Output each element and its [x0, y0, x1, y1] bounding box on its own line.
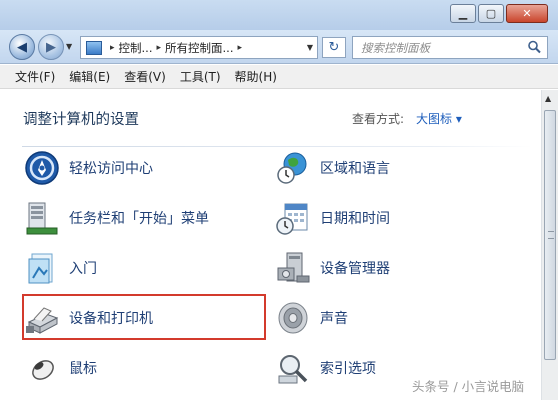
- recent-pages-dropdown[interactable]: ▼: [66, 42, 72, 51]
- breadcrumb-separator[interactable]: ▸: [110, 43, 115, 53]
- scroll-up-arrow[interactable]: ▲: [545, 94, 551, 103]
- view-by-dropdown[interactable]: 大图标 ▾: [416, 110, 462, 127]
- breadcrumb-separator[interactable]: ▸: [157, 43, 162, 53]
- close-button[interactable]: ✕: [506, 4, 548, 23]
- item-ease-of-access[interactable]: 轻松访问中心: [24, 148, 153, 188]
- item-indexing-options[interactable]: 索引选项: [275, 348, 376, 388]
- menu-file[interactable]: 文件(F): [12, 66, 58, 87]
- item-sound[interactable]: 声音: [275, 298, 348, 338]
- breadcrumb-all-items[interactable]: 所有控制面...: [165, 40, 233, 56]
- heading-divider: [22, 146, 532, 147]
- region-language-icon: [277, 152, 307, 184]
- item-label[interactable]: 任务栏和「开始」菜单: [69, 208, 209, 228]
- ease-of-access-icon: [25, 151, 59, 185]
- watermark: 头条号 / 小言说电脑: [412, 379, 525, 394]
- refresh-button[interactable]: ↻: [322, 37, 346, 58]
- item-label[interactable]: 鼠标: [69, 358, 97, 378]
- address-dropdown[interactable]: ▼: [307, 43, 313, 52]
- getting-started-icon: [28, 253, 53, 284]
- item-region-language[interactable]: 区域和语言: [275, 148, 390, 188]
- taskbar-icon: [26, 202, 58, 235]
- back-button[interactable]: ◀: [9, 34, 35, 60]
- item-label[interactable]: 声音: [320, 308, 348, 328]
- view-by-label: 查看方式:: [352, 112, 405, 126]
- menu-help[interactable]: 帮助(H): [232, 66, 280, 87]
- search-box[interactable]: [352, 36, 548, 59]
- date-time-icon: [276, 203, 308, 235]
- window-controls: ▁ ▢ ✕: [450, 4, 548, 23]
- scrollbar-thumb[interactable]: [544, 110, 556, 360]
- navigation-bar: ◀ ▶ ▼ ▸ 控制... ▸ 所有控制面... ▸ ▼ ↻: [0, 30, 558, 64]
- item-label[interactable]: 入门: [69, 258, 97, 278]
- menu-view[interactable]: 查看(V): [121, 66, 169, 87]
- forward-button[interactable]: ▶: [38, 34, 64, 60]
- item-device-manager[interactable]: 设备管理器: [275, 248, 390, 288]
- item-mouse[interactable]: 鼠标: [24, 348, 97, 388]
- menu-edit[interactable]: 编辑(E): [66, 66, 113, 87]
- address-bar[interactable]: ▸ 控制... ▸ 所有控制面... ▸ ▼: [80, 36, 318, 59]
- maximize-button[interactable]: ▢: [478, 4, 504, 23]
- vertical-scrollbar[interactable]: ▲: [541, 90, 558, 400]
- search-input[interactable]: [361, 40, 521, 55]
- control-panel-content: 调整计算机的设置 查看方式: 大图标 ▾ 轻松访问中心 任务栏和「开始」菜单 入…: [0, 90, 558, 400]
- item-label[interactable]: 区域和语言: [320, 158, 390, 178]
- control-panel-icon: [86, 40, 102, 55]
- minimize-button[interactable]: ▁: [450, 4, 476, 23]
- title-bar: ▁ ▢ ✕: [0, 0, 558, 30]
- scrollbar-grip: [548, 231, 554, 239]
- search-icon[interactable]: [527, 40, 541, 54]
- device-manager-icon: [277, 252, 310, 283]
- page-title: 调整计算机的设置: [23, 112, 139, 128]
- item-taskbar-start-menu[interactable]: 任务栏和「开始」菜单: [24, 198, 209, 238]
- item-label[interactable]: 设备管理器: [320, 258, 390, 278]
- menu-bar: 文件(F) 编辑(E) 查看(V) 工具(T) 帮助(H): [0, 65, 558, 89]
- breadcrumb-control-panel[interactable]: 控制...: [119, 40, 153, 56]
- menu-tools[interactable]: 工具(T): [177, 66, 224, 87]
- highlight-box-devices-printers: [22, 294, 266, 340]
- indexing-options-icon: [278, 355, 308, 384]
- item-getting-started[interactable]: 入门: [24, 248, 97, 288]
- sound-icon: [278, 302, 308, 334]
- item-date-time[interactable]: 日期和时间: [275, 198, 390, 238]
- item-label[interactable]: 日期和时间: [320, 208, 390, 228]
- item-label[interactable]: 轻松访问中心: [69, 158, 153, 178]
- mouse-icon: [32, 360, 54, 380]
- breadcrumb-separator[interactable]: ▸: [238, 43, 243, 53]
- item-label[interactable]: 索引选项: [320, 358, 376, 378]
